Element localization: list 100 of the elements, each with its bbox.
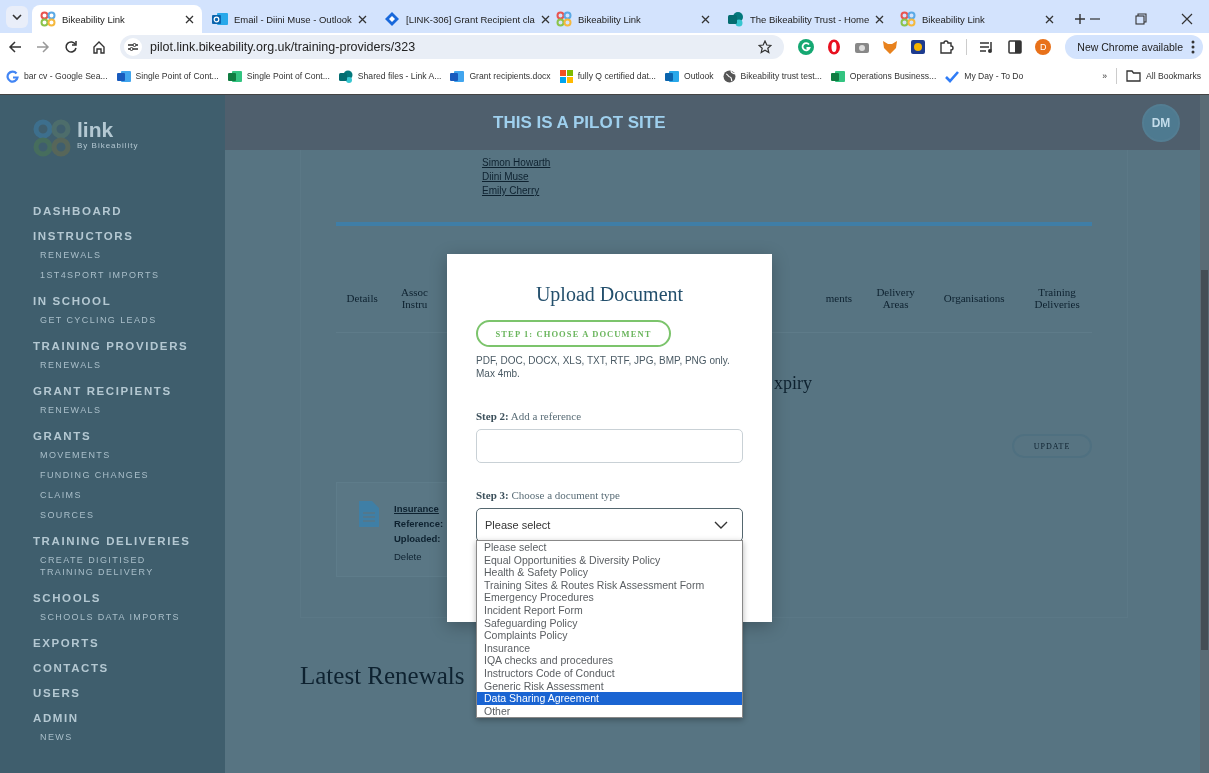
close-icon[interactable] <box>875 14 885 24</box>
reload-icon[interactable] <box>64 40 78 54</box>
back-icon[interactable] <box>8 40 22 54</box>
sidebar-link[interactable]: RENEWALS <box>33 355 200 375</box>
close-icon[interactable] <box>540 14 550 24</box>
dropdown-option[interactable]: Complaints Policy <box>477 629 742 642</box>
sidebar-section-link[interactable]: GRANT RECIPIENTS <box>33 375 225 400</box>
puzzle-icon[interactable] <box>938 39 955 55</box>
sidebar-link[interactable]: 1ST4SPORT IMPORTS <box>33 265 200 285</box>
dropdown-option[interactable]: Equal Opportunities & Diversity Policy <box>477 553 742 567</box>
close-icon[interactable] <box>357 14 367 24</box>
sidebar-section-link[interactable]: EXPORTS <box>33 627 225 652</box>
update-button[interactable]: UPDATE <box>1012 434 1092 458</box>
page-tab[interactable]: ments <box>812 292 866 304</box>
sidebar-link[interactable]: CREATE DIGITISED TRAINING DELIVERY <box>33 550 200 582</box>
bookmark[interactable]: My Day - To Do <box>945 69 1024 83</box>
update-button[interactable]: New Chrome available <box>1065 35 1203 59</box>
close-icon[interactable] <box>1045 14 1054 24</box>
all-bookmarks-button[interactable]: All Bookmarks <box>1126 70 1201 82</box>
document-link[interactable]: Insurance <box>394 501 444 516</box>
side-panel-icon[interactable] <box>1007 39 1024 55</box>
tab-search-button[interactable] <box>6 6 28 28</box>
sidebar-link[interactable]: RENEWALS <box>33 245 200 265</box>
dropdown-option[interactable]: Emergency Procedures <box>477 591 742 604</box>
sidebar-section-link[interactable]: GRANTS <box>33 420 225 445</box>
dropdown-option[interactable]: Generic Risk Assessment <box>477 679 742 693</box>
sidebar-link[interactable]: CLAIMS <box>33 485 200 505</box>
address-bar[interactable]: pilot.link.bikeability.org.uk/training-providers/323 <box>120 35 785 59</box>
ring-icon[interactable] <box>826 39 843 55</box>
close-icon[interactable] <box>185 14 194 24</box>
dropdown-option[interactable]: Data Sharing Agreement <box>477 692 742 705</box>
scrollbar[interactable] <box>1200 95 1209 773</box>
star-icon[interactable] <box>758 40 773 54</box>
sidebar-section-link[interactable]: DASHBOARD <box>33 195 225 220</box>
sidebar-link[interactable]: SOURCES <box>33 505 200 525</box>
restore-icon[interactable] <box>1135 13 1147 25</box>
bookmark[interactable]: fully Q certified dat... <box>559 69 656 83</box>
sidebar-section-link[interactable]: INSTRUCTORS <box>33 220 225 245</box>
sidebar-section-link[interactable]: TRAINING DELIVERIES <box>33 525 225 550</box>
sidebar-section-link[interactable]: ADMIN <box>33 702 225 727</box>
dropdown-option[interactable]: Please select <box>477 541 742 554</box>
section-heading: Latest Renewals <box>300 662 465 690</box>
dropdown-option[interactable]: Other <box>477 704 742 718</box>
page-tab[interactable]: Organisations <box>926 292 1023 304</box>
choose-document-button[interactable]: STEP 1: CHOOSE A DOCUMENT <box>476 320 671 347</box>
logo-subtext: By Bikeability <box>77 141 139 150</box>
dropdown-option[interactable]: Insurance <box>477 641 742 655</box>
bookmark[interactable]: Grant recipients.docx <box>450 69 551 83</box>
browser-tab[interactable]: [LINK-306] Grant Recipient cla <box>376 5 546 33</box>
sidebar-link[interactable]: SCHOOLS DATA IMPORTS <box>33 607 200 627</box>
document-icon <box>359 501 379 527</box>
browser-tab[interactable]: The Bikeability Trust - Home <box>720 5 890 33</box>
sidebar-link[interactable]: RENEWALS <box>33 400 200 420</box>
bookmark[interactable]: bar cv - Google Sea... <box>6 69 108 83</box>
browser-tab[interactable]: Bikeability Link <box>32 5 202 33</box>
contact-link[interactable]: Diini Muse <box>482 170 1092 184</box>
dropdown-option[interactable]: Safeguarding Policy <box>477 616 742 630</box>
bookmark[interactable]: Single Point of Cont... <box>227 69 330 83</box>
browser-tab[interactable]: Email - Diini Muse - Outlook <box>204 5 374 33</box>
sidebar-link[interactable]: GET CYCLING LEADS <box>33 310 200 330</box>
sidebar-section-link[interactable]: SCHOOLS <box>33 582 225 607</box>
bookmark[interactable]: Operations Business... <box>830 69 937 83</box>
browser-tab[interactable]: Bikeability Link <box>548 5 718 33</box>
browser-tab[interactable]: Bikeability Link <box>892 5 1062 33</box>
reference-input[interactable] <box>476 429 743 463</box>
bookmark[interactable]: Outlook <box>665 69 714 83</box>
sidebar-link[interactable]: MOVEMENTS <box>33 445 200 465</box>
page-tab[interactable]: Delivery Areas <box>865 286 927 310</box>
sidebar-link[interactable]: NEWS <box>33 727 200 747</box>
page-tab[interactable]: Assoc Instru <box>388 286 441 310</box>
square-icon[interactable] <box>910 39 927 55</box>
dropdown-option[interactable]: Health & Safety Policy <box>477 566 742 579</box>
close-icon[interactable] <box>701 14 710 24</box>
bookmarks-overflow[interactable]: » <box>1102 71 1108 81</box>
grammar-icon[interactable] <box>798 39 815 55</box>
bookmark[interactable]: Shared files - Link A... <box>338 69 442 83</box>
dropdown-option[interactable]: Instructors Code of Conduct <box>477 666 742 680</box>
home-icon[interactable] <box>92 40 106 54</box>
dropdown-option[interactable]: IQA checks and procedures <box>477 654 742 667</box>
dropdown-option[interactable]: Training Sites & Routes Risk Assessment Form <box>477 578 742 592</box>
sidebar-link[interactable]: FUNDING CHANGES <box>33 465 200 485</box>
sidebar-section-link[interactable]: IN SCHOOL <box>33 285 225 310</box>
close-icon[interactable] <box>1181 13 1193 25</box>
user-avatar[interactable]: DM <box>1142 103 1180 142</box>
bookmark[interactable]: Single Point of Cont... <box>116 69 219 83</box>
page-tab[interactable]: Training Deliveries <box>1022 286 1092 310</box>
sidebar-section-link[interactable]: USERS <box>33 677 225 702</box>
new-tab-icon[interactable] <box>1074 13 1086 25</box>
site-info-icon[interactable] <box>124 38 142 56</box>
dropdown-option[interactable]: Incident Report Form <box>477 603 742 617</box>
contact-link[interactable]: Simon Howarth <box>482 156 1092 170</box>
fox-icon[interactable] <box>882 39 899 55</box>
contact-link[interactable]: Emily Cherry <box>482 184 1092 198</box>
profile-avatar[interactable]: D <box>1035 39 1052 55</box>
forward-icon[interactable] <box>36 40 50 54</box>
page-tab[interactable]: Details <box>336 292 389 304</box>
delete-link[interactable]: Delete <box>394 549 444 564</box>
sidebar-section-link[interactable]: CONTACTS <box>33 652 225 677</box>
sidebar-section-link[interactable]: TRAINING PROVIDERS <box>33 330 225 355</box>
bookmark[interactable]: Bikeability trust test... <box>722 69 822 83</box>
